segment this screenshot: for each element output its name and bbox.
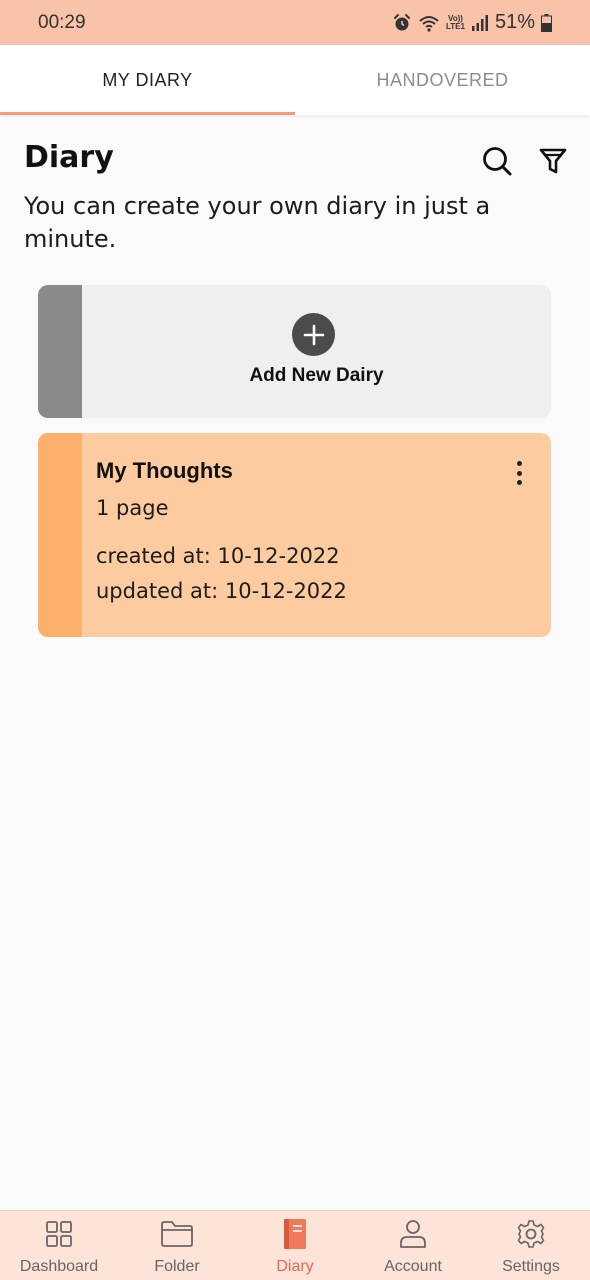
- add-new-diary-label: Add New Dairy: [249, 365, 384, 386]
- header-actions: [480, 144, 570, 178]
- nav-label: Diary: [276, 1258, 314, 1275]
- diary-updated-date: updated at: 10-12-2022: [96, 579, 347, 603]
- folder-icon: [160, 1217, 194, 1251]
- nav-label: Dashboard: [19, 1258, 99, 1275]
- status-bar: 00:29 Vo)) LTE1 51%: [0, 0, 590, 45]
- lte-indicator: Vo)) LTE1: [446, 14, 465, 31]
- battery-percent: 51%: [494, 11, 535, 33]
- tab-my-diary[interactable]: MY DIARY: [0, 45, 295, 115]
- diary-page-count: 1 page: [96, 496, 169, 520]
- tab-bar: MY DIARY HANDOVERED: [0, 45, 590, 115]
- status-icons: Vo)) LTE1 51%: [392, 11, 552, 34]
- gear-icon: [516, 1217, 546, 1251]
- battery-icon: [541, 13, 552, 32]
- nav-label: Settings: [502, 1258, 560, 1275]
- wifi-icon: [418, 14, 440, 32]
- status-time: 00:29: [38, 11, 86, 33]
- page-header: Diary: [24, 140, 570, 178]
- card-strip: [38, 433, 82, 637]
- person-icon: [398, 1217, 428, 1251]
- nav-dashboard[interactable]: Dashboard: [0, 1211, 118, 1280]
- nav-label: Account: [384, 1258, 442, 1275]
- diary-book-icon: [282, 1217, 308, 1251]
- nav-settings[interactable]: Settings: [472, 1211, 590, 1280]
- nav-label: Folder: [154, 1258, 200, 1275]
- grid-icon: [45, 1217, 73, 1251]
- alarm-icon: [392, 13, 412, 33]
- diary-title: My Thoughts: [96, 458, 233, 483]
- diary-card[interactable]: My Thoughts 1 page created at: 10-12-202…: [38, 433, 551, 637]
- nav-account[interactable]: Account: [354, 1211, 472, 1280]
- add-new-diary-button[interactable]: Add New Dairy: [38, 285, 551, 418]
- filter-icon[interactable]: [536, 144, 570, 178]
- signal-icon: [471, 14, 489, 31]
- tab-handovered[interactable]: HANDOVERED: [295, 45, 590, 115]
- plus-circle-icon: [292, 313, 335, 356]
- card-strip: [38, 285, 82, 418]
- page-subtitle: You can create your own diary in just a …: [24, 192, 491, 253]
- nav-folder[interactable]: Folder: [118, 1211, 236, 1280]
- search-icon[interactable]: [480, 144, 514, 178]
- lte-bottom-label: LTE1: [446, 21, 465, 31]
- more-options-icon[interactable]: [509, 459, 529, 487]
- diary-created-date: created at: 10-12-2022: [96, 544, 340, 568]
- bottom-navigation: Dashboard Folder Diary Account Settings: [0, 1210, 590, 1280]
- nav-diary[interactable]: Diary: [236, 1211, 354, 1280]
